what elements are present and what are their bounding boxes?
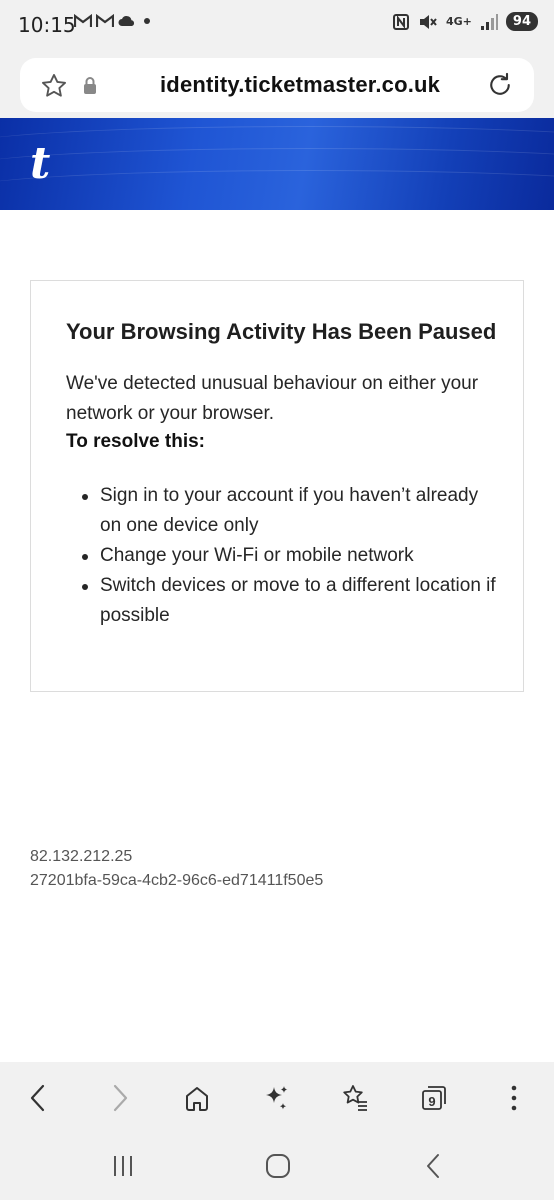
url-text[interactable]: identity.ticketmaster.co.uk — [160, 72, 440, 98]
list-item: Sign in to your account if you haven’t a… — [66, 481, 496, 541]
system-icons: 4G+ 94 — [392, 12, 538, 31]
recents-button[interactable] — [103, 1150, 143, 1182]
bookmarks-button[interactable] — [335, 1078, 375, 1118]
home-nav-button[interactable] — [258, 1150, 298, 1182]
favorite-star-icon[interactable] — [40, 72, 68, 100]
resolve-steps-list: Sign in to your account if you haven’t a… — [66, 481, 496, 631]
recents-icon — [114, 1156, 132, 1176]
mute-icon — [420, 14, 437, 29]
ai-assist-button[interactable] — [256, 1078, 296, 1118]
site-header: t — [0, 118, 554, 210]
header-wave — [0, 170, 554, 210]
gmail-icon — [74, 14, 92, 27]
resolve-heading: To resolve this: — [66, 431, 206, 452]
cloud-icon — [118, 16, 135, 26]
card-title: Your Browsing Activity Has Been Paused — [66, 319, 497, 344]
signal-icon — [480, 13, 498, 30]
status-bar: 10:15 4G+ 94 — [0, 0, 554, 52]
back-button[interactable] — [18, 1078, 58, 1118]
nfc-icon — [393, 13, 409, 30]
tabs-button[interactable]: 9 — [414, 1078, 454, 1118]
notification-icons — [74, 14, 154, 28]
dot-icon — [144, 18, 150, 24]
list-item: Switch devices or move to a different lo… — [66, 571, 496, 631]
home-icon — [186, 1087, 208, 1111]
sparkle-icon — [266, 1086, 288, 1110]
back-icon — [30, 1084, 45, 1112]
forward-icon — [113, 1084, 128, 1112]
forward-button[interactable] — [100, 1078, 140, 1118]
back-nav-icon — [427, 1154, 439, 1178]
system-nav-bar — [0, 1132, 554, 1200]
reload-icon[interactable] — [486, 71, 514, 99]
more-menu-button[interactable] — [494, 1078, 534, 1118]
home-button[interactable] — [177, 1078, 217, 1118]
card-description: We've detected unusual behaviour on eith… — [66, 373, 479, 424]
lock-icon[interactable] — [82, 76, 98, 96]
paused-message-card: Your Browsing Activity Has Been Paused W… — [30, 280, 524, 692]
address-bar-area: identity.ticketmaster.co.uk — [0, 52, 554, 118]
list-item: Change your Wi-Fi or mobile network — [66, 541, 496, 571]
more-icon — [511, 1085, 517, 1111]
address-bar[interactable]: identity.ticketmaster.co.uk — [20, 58, 534, 112]
bookmarks-icon — [343, 1085, 367, 1111]
ticketmaster-logo[interactable]: t — [30, 138, 50, 189]
home-nav-icon — [266, 1154, 290, 1178]
reference-id: 27201bfa-59ca-4cb2-96c6-ed71411f50e5 — [30, 872, 324, 889]
status-time: 10:15 — [18, 13, 76, 37]
battery-level: 94 — [505, 12, 538, 31]
ip-address: 82.132.212.25 — [30, 848, 133, 865]
gmail-icon — [96, 14, 114, 27]
tab-count: 9 — [428, 1094, 436, 1110]
network-type: 4G+ — [446, 14, 472, 28]
browser-toolbar: 9 — [0, 1062, 554, 1132]
diagnostics: 82.132.212.25 27201bfa-59ca-4cb2-96c6-ed… — [30, 845, 323, 893]
back-nav-button[interactable] — [413, 1150, 453, 1182]
